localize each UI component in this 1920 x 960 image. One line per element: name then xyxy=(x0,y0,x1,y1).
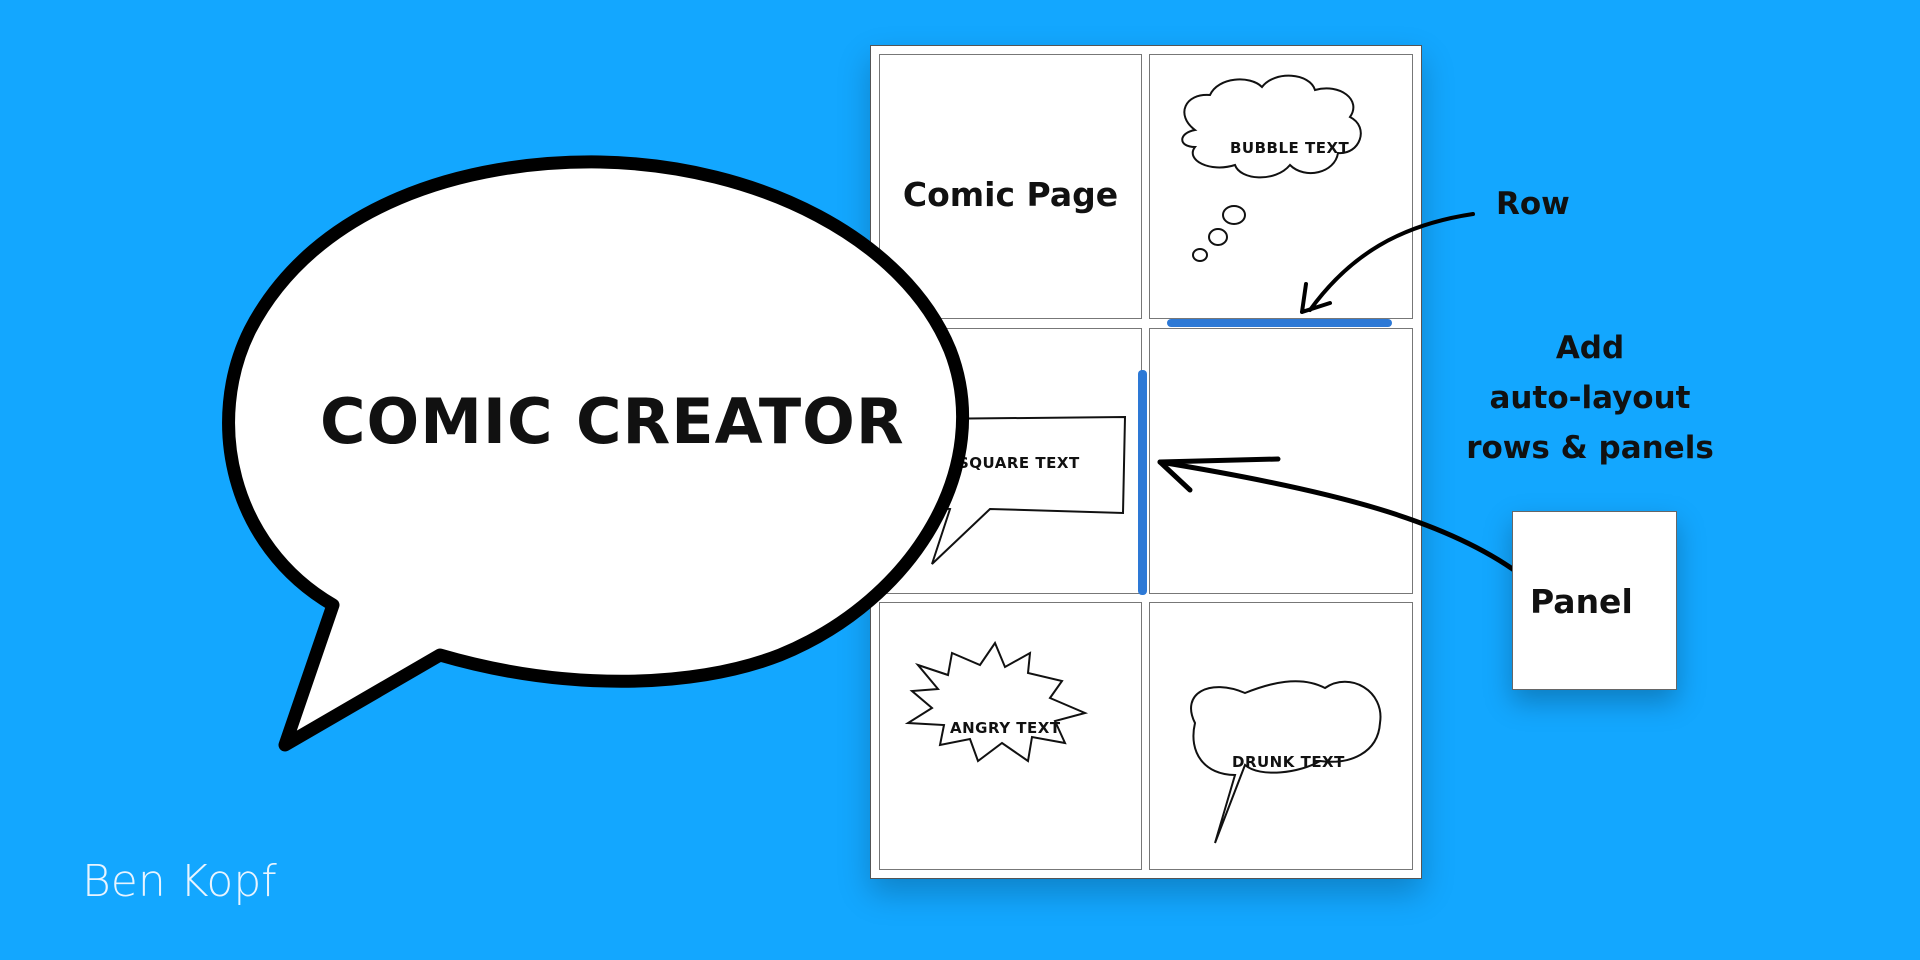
add-annotation: Add auto-layout rows & panels xyxy=(1440,323,1740,473)
add-line-1: Add xyxy=(1555,330,1625,366)
panel-annotation: Panel xyxy=(1530,582,1633,621)
add-line-2: auto-layout xyxy=(1489,380,1691,416)
add-line-3: rows & panels xyxy=(1466,430,1714,466)
panel-arrow-icon xyxy=(1157,456,1528,581)
row-annotation: Row xyxy=(1496,186,1570,222)
author-credit: Ben Kopf xyxy=(82,856,277,907)
